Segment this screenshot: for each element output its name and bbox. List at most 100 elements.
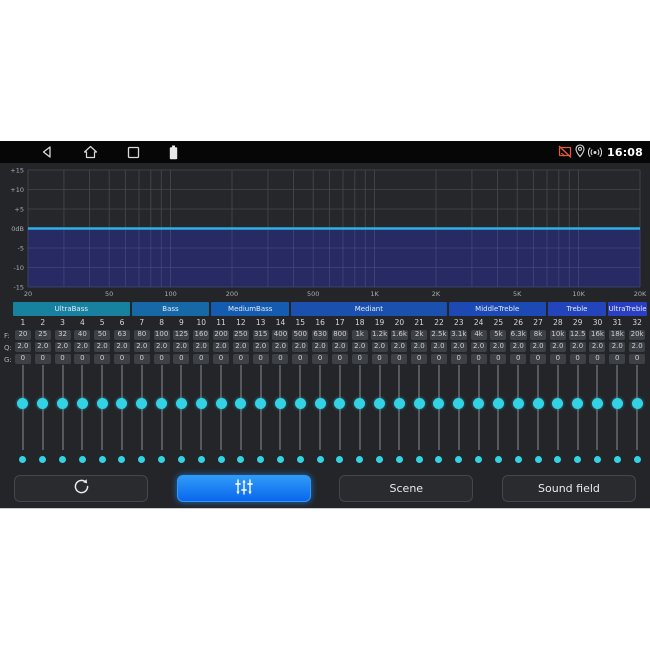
slider-knob[interactable]	[493, 398, 504, 409]
home-icon[interactable]	[83, 145, 98, 159]
band-number: 22	[434, 318, 444, 327]
band-column: 14	[271, 318, 291, 327]
slider-knob[interactable]	[136, 398, 147, 409]
frequency-value-chip: 1.2k	[371, 330, 388, 340]
slider-knob[interactable]	[473, 398, 484, 409]
band-column: 0	[568, 354, 588, 364]
frequency-row-label: F:	[4, 332, 10, 340]
slider-knob[interactable]	[196, 398, 207, 409]
band-column: 0	[449, 354, 469, 364]
slider-dot	[574, 456, 581, 463]
frequency-value-chip: 4k	[471, 330, 487, 340]
gain-value-chip: 0	[312, 354, 328, 364]
status-bar: 16:08	[0, 141, 650, 163]
equalizer-button[interactable]	[177, 475, 311, 502]
band-column: 630	[310, 330, 330, 340]
eq-response-graph[interactable]: +15+10+50dB-5-10-1520501002005001K2K5K10…	[0, 163, 650, 302]
band-column: 2.0	[409, 342, 429, 352]
frequency-value-chip: 315	[253, 330, 269, 340]
band-number: 15	[296, 318, 306, 327]
slider-knob[interactable]	[77, 398, 88, 409]
band-column: 27	[528, 318, 548, 327]
q-value-chip: 2.0	[510, 342, 526, 352]
slider-knob[interactable]	[453, 398, 464, 409]
q-factor-row-label: Q:	[4, 344, 12, 352]
slider-dot	[158, 456, 165, 463]
slider-knob[interactable]	[17, 398, 28, 409]
recents-icon[interactable]	[127, 146, 140, 159]
band-column: 0	[13, 354, 33, 364]
x-axis-tick-label: 2K	[432, 290, 441, 298]
y-axis-tick-label: -15	[13, 283, 24, 291]
slider-knob[interactable]	[612, 398, 623, 409]
gain-value-chip: 0	[134, 354, 150, 364]
band-column: 0	[528, 354, 548, 364]
slider-knob[interactable]	[156, 398, 167, 409]
slider-knob[interactable]	[433, 398, 444, 409]
slider-knob[interactable]	[315, 398, 326, 409]
gain-value-chip: 0	[530, 354, 546, 364]
gain-value-chip: 0	[35, 354, 51, 364]
slider-knob[interactable]	[513, 398, 524, 409]
band-number: 30	[593, 318, 603, 327]
slider-knob[interactable]	[394, 398, 405, 409]
slider-knob[interactable]	[374, 398, 385, 409]
q-value-chip: 2.0	[74, 342, 90, 352]
band-column: 100	[152, 330, 172, 340]
band-number: 29	[573, 318, 583, 327]
sound-field-button[interactable]: Sound field	[502, 475, 636, 502]
band-group-ultrabass: UltraBass	[13, 302, 130, 316]
band-column: 2.0	[33, 342, 53, 352]
band-slider	[370, 365, 390, 467]
slider-dot	[277, 456, 284, 463]
slider-dot	[257, 456, 264, 463]
gain-row: G: 00000000000000000000000000000000	[0, 354, 650, 365]
band-slider	[330, 365, 350, 467]
slider-knob[interactable]	[552, 398, 563, 409]
band-slider	[528, 365, 548, 467]
slider-knob[interactable]	[354, 398, 365, 409]
band-number: 18	[355, 318, 365, 327]
slider-knob[interactable]	[275, 398, 286, 409]
band-column: 500	[290, 330, 310, 340]
slider-knob[interactable]	[295, 398, 306, 409]
band-column: 2.0	[251, 342, 271, 352]
band-number: 10	[196, 318, 206, 327]
band-group-mediant: Mediant	[291, 302, 447, 316]
band-column: 0	[370, 354, 390, 364]
band-column: 2.0	[152, 342, 172, 352]
slider-knob[interactable]	[255, 398, 266, 409]
band-group-treble: Treble	[548, 302, 606, 316]
gain-value-chip: 0	[272, 354, 288, 364]
slider-knob[interactable]	[216, 398, 227, 409]
band-number: 2	[40, 318, 45, 327]
gain-value-chip: 0	[391, 354, 407, 364]
band-column: 32	[627, 318, 647, 327]
band-column: 18k	[607, 330, 627, 340]
reset-button[interactable]	[14, 475, 148, 502]
q-value-chip: 2.0	[411, 342, 427, 352]
band-number: 9	[179, 318, 184, 327]
slider-dot	[317, 456, 324, 463]
slider-knob[interactable]	[632, 398, 643, 409]
slider-knob[interactable]	[176, 398, 187, 409]
slider-knob[interactable]	[37, 398, 48, 409]
slider-knob[interactable]	[235, 398, 246, 409]
slider-knob[interactable]	[116, 398, 127, 409]
slider-knob[interactable]	[572, 398, 583, 409]
y-axis-tick-label: -10	[13, 264, 24, 272]
band-column: 2.0	[231, 342, 251, 352]
slider-knob[interactable]	[334, 398, 345, 409]
slider-knob[interactable]	[57, 398, 68, 409]
scene-button[interactable]: Scene	[339, 475, 473, 502]
gain-value-chip: 0	[550, 354, 566, 364]
frequency-value-chip: 3.1k	[450, 330, 467, 340]
slider-knob[interactable]	[97, 398, 108, 409]
band-slider	[469, 365, 489, 467]
slider-knob[interactable]	[533, 398, 544, 409]
slider-knob[interactable]	[592, 398, 603, 409]
back-icon[interactable]	[40, 145, 54, 159]
band-column: 1	[13, 318, 33, 327]
slider-knob[interactable]	[414, 398, 425, 409]
band-number: 25	[494, 318, 504, 327]
